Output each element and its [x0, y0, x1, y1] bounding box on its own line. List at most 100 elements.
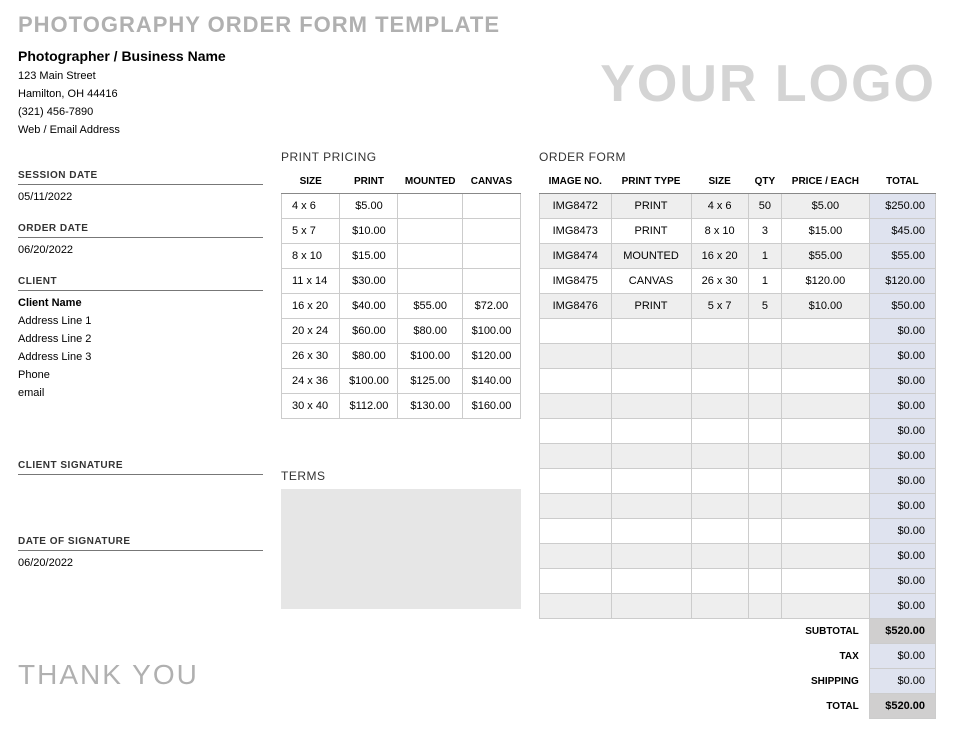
- order-cell-price: $120.00: [782, 269, 870, 294]
- order-row: IMG8473PRINT8 x 103$15.00$45.00: [540, 219, 936, 244]
- order-cell-price: [782, 344, 870, 369]
- pricing-cell-size: 11 x 14: [282, 269, 340, 294]
- order-cell-type: CANVAS: [611, 269, 691, 294]
- pricing-row: 30 x 40$112.00$130.00$160.00: [282, 394, 521, 419]
- order-row: $0.00: [540, 444, 936, 469]
- pricing-cell-print: $80.00: [340, 344, 398, 369]
- order-cell-image: [540, 319, 612, 344]
- order-cell-total: $0.00: [869, 344, 935, 369]
- order-row: $0.00: [540, 494, 936, 519]
- client-name: Client Name: [18, 297, 263, 309]
- order-cell-type: [611, 494, 691, 519]
- order-cell-qty: [748, 319, 781, 344]
- client-addr3: Address Line 3: [18, 351, 263, 363]
- pricing-row: 24 x 36$100.00$125.00$140.00: [282, 369, 521, 394]
- order-cell-size: [691, 569, 748, 594]
- client-label: CLIENT: [18, 276, 263, 291]
- order-cell-price: [782, 519, 870, 544]
- order-cell-size: [691, 594, 748, 619]
- pricing-cell-mounted: $80.00: [398, 319, 462, 344]
- business-web: Web / Email Address: [18, 124, 226, 136]
- business-name: Photographer / Business Name: [18, 48, 226, 64]
- order-cell-size: 16 x 20: [691, 244, 748, 269]
- order-cell-type: [611, 444, 691, 469]
- pricing-cell-mounted: [398, 269, 462, 294]
- order-cell-total: $0.00: [869, 594, 935, 619]
- order-cell-image: [540, 444, 612, 469]
- order-cell-total: $55.00: [869, 244, 935, 269]
- order-cell-total: $0.00: [869, 519, 935, 544]
- order-row: IMG8475CANVAS26 x 301$120.00$120.00: [540, 269, 936, 294]
- order-cell-image: IMG8476: [540, 294, 612, 319]
- pricing-cell-size: 30 x 40: [282, 394, 340, 419]
- order-row: IMG8476PRINT5 x 75$10.00$50.00: [540, 294, 936, 319]
- order-cell-total: $120.00: [869, 269, 935, 294]
- terms-box: [281, 489, 521, 609]
- order-cell-image: [540, 569, 612, 594]
- order-row: $0.00: [540, 544, 936, 569]
- order-row: $0.00: [540, 569, 936, 594]
- order-cell-price: $15.00: [782, 219, 870, 244]
- order-cell-size: 5 x 7: [691, 294, 748, 319]
- order-cell-image: [540, 369, 612, 394]
- shipping-value: $0.00: [869, 669, 935, 694]
- order-cell-image: [540, 394, 612, 419]
- order-cell-qty: [748, 519, 781, 544]
- order-cell-size: [691, 344, 748, 369]
- order-head-total: TOTAL: [869, 170, 935, 194]
- order-cell-price: [782, 544, 870, 569]
- order-row: $0.00: [540, 419, 936, 444]
- pricing-cell-canvas: [462, 194, 520, 219]
- pricing-cell-canvas: [462, 269, 520, 294]
- order-cell-image: IMG8475: [540, 269, 612, 294]
- order-cell-total: $0.00: [869, 319, 935, 344]
- order-cell-image: [540, 594, 612, 619]
- order-cell-price: [782, 319, 870, 344]
- client-email: email: [18, 387, 263, 399]
- pricing-cell-mounted: [398, 244, 462, 269]
- order-head-qty: QTY: [748, 170, 781, 194]
- pricing-cell-print: $30.00: [340, 269, 398, 294]
- order-cell-price: [782, 494, 870, 519]
- order-cell-qty: [748, 444, 781, 469]
- subtotal-label: SUBTOTAL: [540, 619, 870, 644]
- order-cell-price: $55.00: [782, 244, 870, 269]
- order-cell-qty: 3: [748, 219, 781, 244]
- order-cell-type: PRINT: [611, 219, 691, 244]
- pricing-cell-mounted: [398, 194, 462, 219]
- pricing-cell-canvas: $140.00: [462, 369, 520, 394]
- order-cell-size: [691, 494, 748, 519]
- order-cell-qty: 50: [748, 194, 781, 219]
- session-date-value: 05/11/2022: [18, 191, 263, 203]
- subtotal-value: $520.00: [869, 619, 935, 644]
- order-cell-image: IMG8472: [540, 194, 612, 219]
- order-cell-type: PRINT: [611, 194, 691, 219]
- terms-title: TERMS: [281, 469, 521, 483]
- pricing-head-canvas: CANVAS: [462, 170, 520, 194]
- order-cell-price: $10.00: [782, 294, 870, 319]
- business-city: Hamilton, OH 44416: [18, 88, 226, 100]
- order-cell-total: $0.00: [869, 469, 935, 494]
- order-cell-qty: [748, 544, 781, 569]
- order-cell-price: [782, 369, 870, 394]
- order-cell-price: [782, 394, 870, 419]
- order-cell-qty: 1: [748, 269, 781, 294]
- order-cell-type: [611, 394, 691, 419]
- order-cell-total: $50.00: [869, 294, 935, 319]
- order-cell-image: [540, 469, 612, 494]
- order-cell-type: [611, 369, 691, 394]
- pricing-cell-print: $10.00: [340, 219, 398, 244]
- order-date-label: ORDER DATE: [18, 223, 263, 238]
- client-addr1: Address Line 1: [18, 315, 263, 327]
- order-cell-size: [691, 544, 748, 569]
- order-row: $0.00: [540, 394, 936, 419]
- pricing-cell-mounted: $55.00: [398, 294, 462, 319]
- pricing-cell-canvas: $72.00: [462, 294, 520, 319]
- order-head-type: PRINT TYPE: [611, 170, 691, 194]
- order-cell-qty: [748, 569, 781, 594]
- page-title: PHOTOGRAPHY ORDER FORM TEMPLATE: [18, 12, 936, 38]
- order-cell-qty: [748, 594, 781, 619]
- total-label: TOTAL: [540, 694, 870, 719]
- pricing-cell-size: 20 x 24: [282, 319, 340, 344]
- order-cell-type: [611, 469, 691, 494]
